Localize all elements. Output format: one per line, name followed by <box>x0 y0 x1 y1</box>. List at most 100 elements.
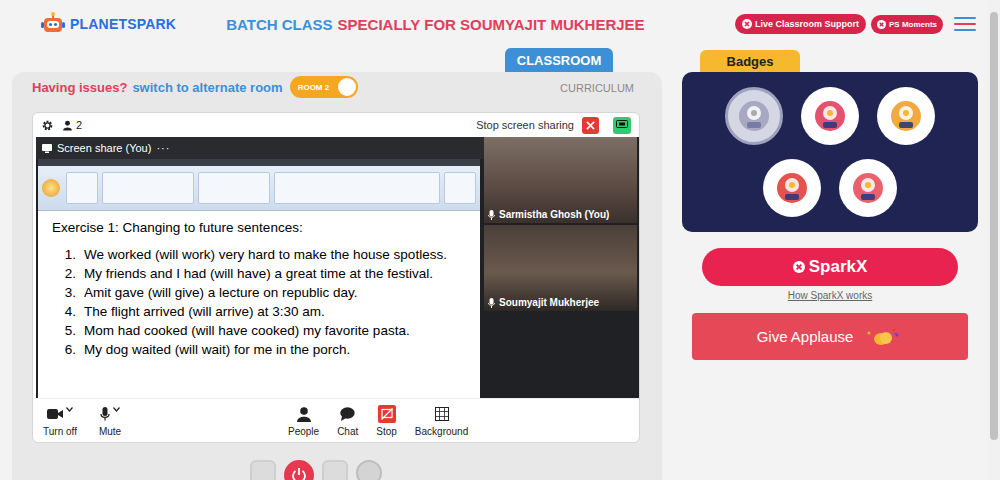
chat-icon <box>340 407 355 421</box>
live-support-label: Live Classroom Support <box>755 19 859 29</box>
chevron-down-icon[interactable] <box>66 407 73 412</box>
list-number: 3. <box>62 283 76 302</box>
ribbon-group <box>102 172 194 204</box>
badge-row <box>725 87 935 145</box>
control-label: People <box>288 426 319 437</box>
ps-moments-button[interactable]: PS Moments <box>871 15 943 34</box>
tab[interactable]: CURRICULUM <box>560 82 634 94</box>
palette-icon[interactable] <box>356 460 382 480</box>
document-list-item: 1.We worked (will work) very hard to mak… <box>52 245 474 264</box>
classroom-tools <box>32 460 640 480</box>
rewards-column: Badges SparkX How SparkX works Give Applaus… <box>682 48 978 480</box>
control-label: Stop <box>376 426 397 437</box>
chevron-down-icon[interactable] <box>113 407 120 412</box>
menu-line <box>954 17 976 19</box>
document-list-item: 4. The flight arrived (will arrive) at 3:… <box>52 302 474 321</box>
stop-share-icon <box>378 405 396 423</box>
logo-text: PLANETSPARK <box>70 16 176 32</box>
badge[interactable] <box>877 87 935 145</box>
power-icon[interactable] <box>284 460 314 480</box>
screen-share-button[interactable] <box>613 117 631 134</box>
alternate-room-link[interactable]: switch to alternate room <box>132 80 282 95</box>
control-label: Background <box>415 426 468 437</box>
badge[interactable] <box>763 159 821 217</box>
room-toggle-label: ROOM 2 <box>298 83 330 92</box>
applause-label: Give Applause <box>757 328 854 345</box>
header-actions: Live Classroom Support PS Moments <box>735 14 976 34</box>
people-icon <box>297 407 311 422</box>
control-button[interactable]: Mute <box>99 405 121 437</box>
screen-share-menu[interactable]: ··· <box>156 142 170 154</box>
badge-icon <box>848 168 888 208</box>
participant-tile[interactable]: Soumyajit Mukherjee <box>484 225 637 311</box>
badge[interactable] <box>801 87 859 145</box>
room-toggle[interactable]: ROOM 2 <box>290 76 358 98</box>
media-controls: Turn off Mute <box>43 405 288 437</box>
list-number: 4. <box>62 302 76 321</box>
badge-icon <box>734 96 774 136</box>
participant-label: Soumyajit Mukherjee <box>488 297 599 308</box>
control-button[interactable]: Chat <box>337 405 358 437</box>
gear-icon[interactable] <box>41 119 54 132</box>
control-icon-row <box>435 405 449 423</box>
call-controls: Turn off Mute People Chat Stop Background <box>33 398 639 443</box>
monitor-icon <box>42 144 52 153</box>
badge-row <box>763 159 897 217</box>
tab[interactable]: CLASSROOM <box>505 48 613 72</box>
list-text: The flight arrived (will arrive) at 3:30… <box>84 302 325 321</box>
page-title: BATCH CLASSSPECIALLY FOR SOUMYAJIT MUKHE… <box>226 16 729 33</box>
badges-panel <box>682 72 978 232</box>
main-area: PLANETSPARK BATCH CLASSSPECIALLY FOR SOUM… <box>0 0 988 480</box>
office-button-icon <box>42 179 60 197</box>
live-support-button[interactable]: Live Classroom Support <box>735 14 866 34</box>
control-button[interactable]: Background <box>415 405 468 437</box>
mic-icon <box>100 407 110 421</box>
list-number: 1. <box>62 245 76 264</box>
sparkx-help-link[interactable]: How SparkX works <box>682 290 978 301</box>
classroom-column: CLASSROOM Having issues? switch to alterna… <box>12 48 662 480</box>
document-list-item: 5.Mom had cooked (will have cooked) my f… <box>52 321 474 340</box>
control-button[interactable]: People <box>288 405 319 437</box>
call-stage: Screen share (You)···Exercise 1: Changin… <box>36 137 639 398</box>
control-button[interactable]: Stop <box>376 405 397 437</box>
badge[interactable] <box>725 87 783 145</box>
screen-share: Screen share (You)···Exercise 1: Changin… <box>36 137 484 398</box>
logo[interactable]: PLANETSPARK <box>40 11 176 37</box>
list-number: 2. <box>62 264 76 283</box>
give-applause-button[interactable]: Give Applause <box>692 313 968 360</box>
menu-icon[interactable] <box>954 17 976 31</box>
participant-count: 2 <box>76 119 82 131</box>
scrollbar-thumb[interactable] <box>990 12 998 440</box>
stop-sharing-button[interactable] <box>582 117 599 134</box>
camera-icon <box>47 408 63 420</box>
list-text: My friends and I had (will have) a great… <box>84 264 433 283</box>
badges-tab: Badges <box>700 50 800 72</box>
badge[interactable] <box>839 159 897 217</box>
ribbon-group <box>66 172 98 204</box>
background-icon <box>435 407 449 421</box>
control-icon-row <box>100 405 120 423</box>
sparkx-button[interactable]: SparkX <box>702 248 958 286</box>
badge-icon <box>772 168 812 208</box>
fullscreen-icon[interactable] <box>250 460 276 480</box>
scrollbar[interactable] <box>988 0 1000 480</box>
clapping-hands-icon <box>863 327 903 347</box>
classroom-page: PLANETSPARK BATCH CLASSSPECIALLY FOR SOUM… <box>0 0 1000 480</box>
robot-icon <box>40 11 66 37</box>
title-part: SPECIALLY FOR SOUMYAJIT MUKHERJEE <box>338 16 645 33</box>
word-title-bar <box>38 159 480 166</box>
stop-sharing-label: Stop screen sharing <box>476 119 574 131</box>
room-switch: Having issues? switch to alternate room RO… <box>32 76 358 98</box>
participant-label: Sarmistha Ghosh (You) <box>488 209 609 220</box>
video-call-frame: 2 Stop screen sharing Screen share (You)··… <box>32 112 640 443</box>
issue-prompt: Having issues? <box>32 80 127 95</box>
mic-icon <box>488 210 495 220</box>
mic-icon <box>488 298 495 308</box>
control-label: Turn off <box>43 426 77 437</box>
whiteboard-icon[interactable] <box>322 460 348 480</box>
participant-tile[interactable]: Sarmistha Ghosh (You) <box>484 137 637 223</box>
screen-off-icon <box>381 408 393 420</box>
control-button[interactable]: Turn off <box>43 405 77 437</box>
document-list-item: 2. My friends and I had (will have) a gre… <box>52 264 474 283</box>
classroom-panel: Having issues? switch to alternate room RO… <box>12 72 662 480</box>
